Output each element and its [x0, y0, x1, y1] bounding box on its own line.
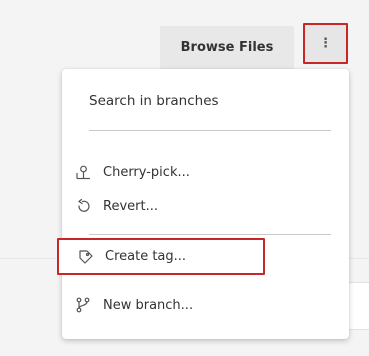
menu-item-cherry-pick[interactable]: Cherry-pick...	[75, 160, 190, 184]
menu-item-label: Revert...	[103, 198, 158, 214]
tag-icon	[77, 249, 93, 265]
menu-item-create-tag[interactable]: Create tag...	[57, 238, 265, 275]
menu-item-revert[interactable]: Revert...	[75, 194, 158, 218]
more-actions-button[interactable]: ⋮	[303, 23, 348, 64]
cherry-pick-icon	[75, 164, 91, 180]
browse-files-button[interactable]: Browse Files	[160, 26, 294, 69]
revert-icon	[75, 198, 91, 214]
menu-item-label: New branch...	[103, 297, 194, 313]
menu-item-label: Search in branches	[89, 93, 219, 109]
menu-item-label: Create tag...	[105, 249, 187, 264]
menu-item-label: Cherry-pick...	[103, 164, 190, 180]
menu-item-search-in-branches[interactable]: Search in branches	[89, 88, 219, 114]
menu-divider	[89, 130, 331, 131]
commit-actions-menu: Search in branches Cherry-pick... Revert…	[57, 69, 349, 339]
branch-icon	[75, 297, 91, 313]
menu-divider	[89, 234, 331, 235]
menu-item-new-branch[interactable]: New branch...	[75, 293, 193, 317]
